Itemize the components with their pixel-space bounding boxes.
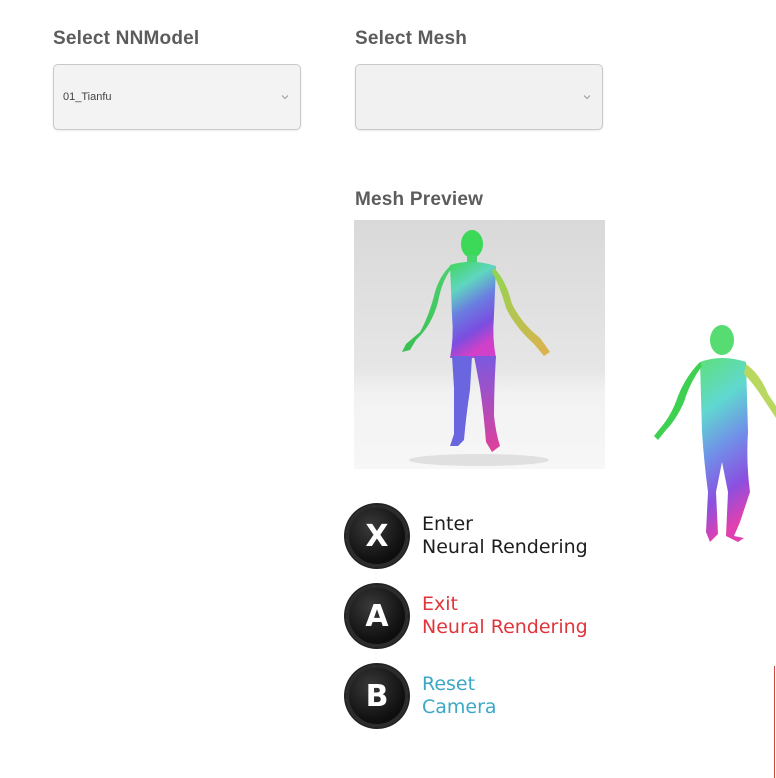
mesh-preview-image <box>354 220 605 469</box>
mesh-label: Select Mesh <box>355 28 468 49</box>
b-button-icon[interactable]: B <box>346 665 408 727</box>
control-reset-text: Reset Camera <box>422 673 497 719</box>
x-button-icon[interactable]: X <box>346 505 408 567</box>
divider-line <box>774 666 775 778</box>
neural-render-figure <box>654 325 776 542</box>
control-reset-camera: B Reset Camera <box>346 665 497 727</box>
human-mesh-figure <box>402 230 550 466</box>
control-exit-line2: Neural Rendering <box>422 616 588 638</box>
nnmodel-select[interactable]: 01_Tianfu <box>53 64 301 130</box>
control-reset-line1: Reset <box>422 673 476 695</box>
control-enter-line1: Enter <box>422 513 473 535</box>
control-enter-text: Enter Neural Rendering <box>422 513 588 559</box>
mesh-preview-label: Mesh Preview <box>355 189 484 210</box>
nnmodel-label: Select NNModel <box>53 28 200 49</box>
control-enter-neural: X Enter Neural Rendering <box>346 505 588 567</box>
control-exit-neural: A Exit Neural Rendering <box>346 585 588 647</box>
control-exit-line1: Exit <box>422 593 458 615</box>
nnmodel-select-value: 01_Tianfu <box>63 91 112 103</box>
chevron-down-icon <box>281 95 289 100</box>
control-enter-line2: Neural Rendering <box>422 536 588 558</box>
chevron-down-icon <box>583 95 591 100</box>
control-reset-line2: Camera <box>422 696 497 718</box>
app-root: Select NNModel 01_Tianfu Select Mesh Mes… <box>0 0 776 778</box>
mesh-select[interactable] <box>355 64 603 130</box>
control-exit-text: Exit Neural Rendering <box>422 593 588 639</box>
a-button-icon[interactable]: A <box>346 585 408 647</box>
